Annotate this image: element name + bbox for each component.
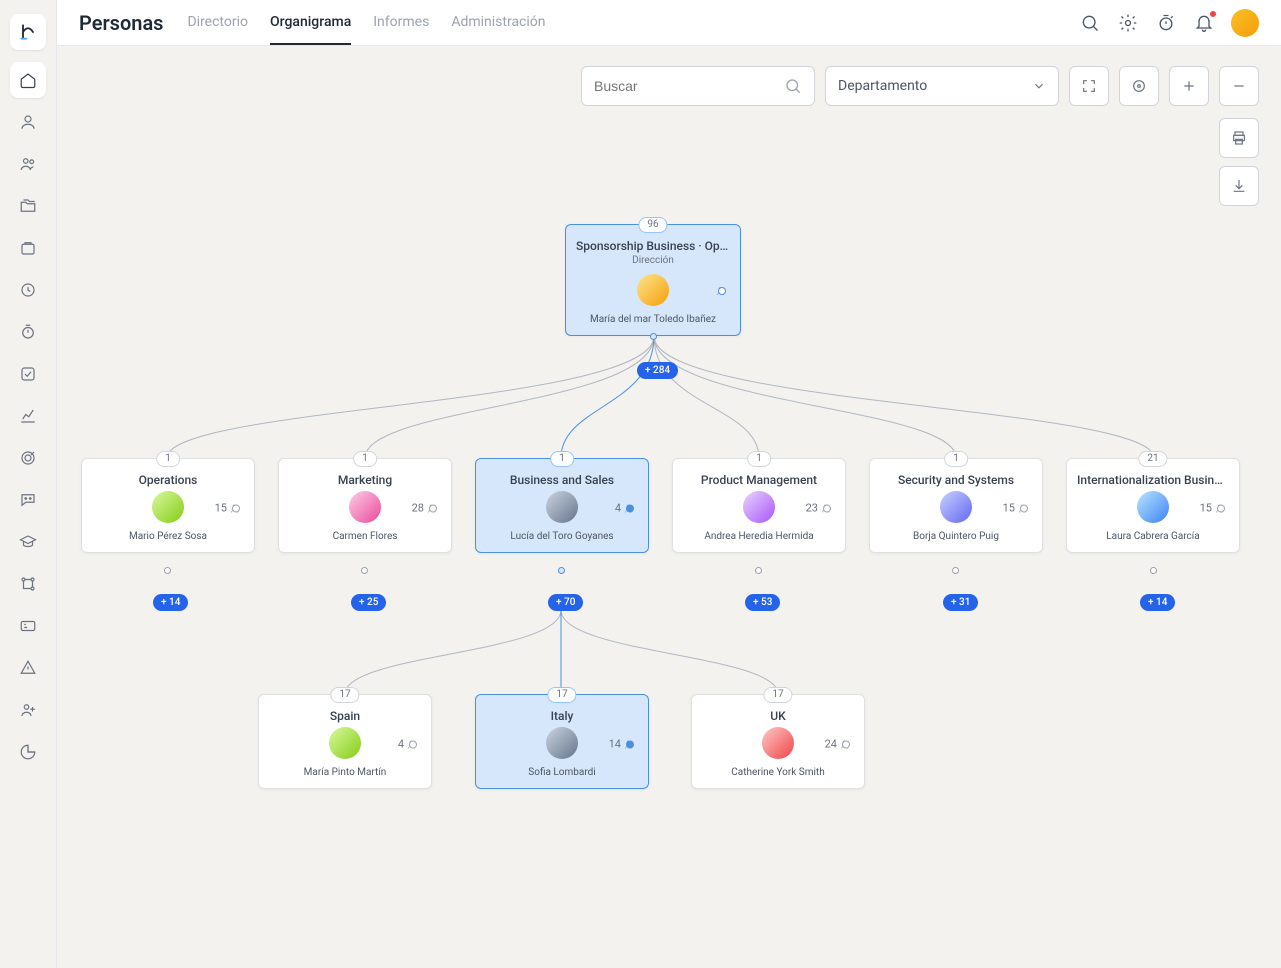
org-node-intl[interactable]: 21 Internationalization Business St... 1… — [1066, 458, 1240, 553]
connector-dot — [164, 567, 171, 574]
org-node-marketing[interactable]: 1 Marketing 28 Carmen Flores — [278, 458, 452, 553]
stopwatch-icon[interactable] — [1155, 12, 1177, 34]
tab-organigrama[interactable]: Organigrama — [270, 0, 351, 45]
node-badge: 17 — [763, 687, 792, 703]
node-subtitle: Dirección — [566, 255, 740, 266]
node-badge: 1 — [550, 451, 574, 467]
node-owner: Catherine York Smith — [692, 763, 864, 788]
notification-dot — [1209, 10, 1217, 18]
expand-pill[interactable]: + 31 — [943, 594, 978, 611]
org-node-operations[interactable]: 1 Operations 15 Mario Pérez Sosa — [81, 458, 255, 553]
expand-pill[interactable]: + 14 — [153, 594, 188, 611]
connector-dot — [755, 567, 762, 574]
expand-pill[interactable]: + 53 — [745, 594, 780, 611]
node-avatar — [762, 727, 794, 759]
node-avatar — [349, 491, 381, 523]
orgchart-canvas[interactable]: 96 Sponsorship Business · Operati... Dir… — [57, 106, 1281, 968]
sidebar-target[interactable] — [10, 440, 46, 476]
org-node-spain[interactable]: 17 Spain 4 María Pinto Martín — [258, 694, 432, 789]
magnifier-icon — [784, 77, 802, 95]
sidebar — [0, 0, 56, 968]
sidebar-card[interactable] — [10, 608, 46, 644]
sidebar-pie[interactable] — [10, 734, 46, 770]
settings-icon[interactable] — [1117, 12, 1139, 34]
org-node-business-sales[interactable]: 1 Business and Sales 4 Lucía del Toro Go… — [475, 458, 649, 553]
connector-dot — [952, 567, 959, 574]
search-field[interactable] — [594, 78, 776, 94]
bell-icon[interactable] — [1193, 12, 1215, 34]
search-icon[interactable] — [1079, 12, 1101, 34]
org-node-italy[interactable]: 17 Italy 14 Sofia Lombardi — [475, 694, 649, 789]
sidebar-academy[interactable] — [10, 524, 46, 560]
sidebar-flow[interactable] — [10, 566, 46, 602]
node-owner: Borja Quintero Puig — [870, 527, 1042, 552]
sidebar-chart[interactable] — [10, 398, 46, 434]
expand-pill[interactable]: + 70 — [548, 594, 583, 611]
node-avatar — [940, 491, 972, 523]
node-owner: Andrea Heredia Hermida — [673, 527, 845, 552]
node-avatar — [546, 491, 578, 523]
node-owner: Carmen Flores — [279, 527, 451, 552]
node-badge: 21 — [1138, 451, 1167, 467]
org-node-product[interactable]: 1 Product Management 23 Andrea Heredia H… — [672, 458, 846, 553]
department-label: Departamento — [838, 78, 927, 94]
tab-informes[interactable]: Informes — [373, 0, 429, 45]
node-badge: 17 — [330, 687, 359, 703]
app-logo[interactable] — [10, 14, 46, 50]
node-avatar — [329, 727, 361, 759]
node-badge: 1 — [944, 451, 968, 467]
sidebar-clock[interactable] — [10, 272, 46, 308]
node-owner: María Pinto Martín — [259, 763, 431, 788]
sidebar-feedback[interactable] — [10, 482, 46, 518]
zoom-in-button[interactable] — [1169, 66, 1209, 106]
sidebar-adduser[interactable] — [10, 692, 46, 728]
chevron-down-icon — [1032, 79, 1046, 93]
toolbar: Departamento — [57, 46, 1281, 106]
tab-directorio[interactable]: Directorio — [187, 0, 248, 45]
node-owner: Sofia Lombardi — [476, 763, 648, 788]
node-avatar — [743, 491, 775, 523]
node-avatar — [637, 274, 669, 306]
node-avatar — [546, 727, 578, 759]
search-input[interactable] — [581, 66, 815, 106]
node-badge: 1 — [747, 451, 771, 467]
topbar: Personas Directorio Organigrama Informes… — [57, 0, 1281, 46]
sidebar-timer[interactable] — [10, 314, 46, 350]
node-owner: Mario Pérez Sosa — [82, 527, 254, 552]
org-node-uk[interactable]: 17 UK 24 Catherine York Smith — [691, 694, 865, 789]
node-owner: Laura Cabrera García — [1067, 527, 1239, 552]
expand-pill[interactable]: + 25 — [351, 594, 386, 611]
node-badge: 1 — [156, 451, 180, 467]
connector-dot — [1150, 567, 1157, 574]
tab-administracion[interactable]: Administración — [451, 0, 545, 45]
node-avatar — [152, 491, 184, 523]
expand-pill[interactable]: + 14 — [1140, 594, 1175, 611]
node-owner: María del mar Toledo Ibañez — [566, 310, 740, 335]
node-badge: 17 — [547, 687, 576, 703]
connector-dot — [650, 333, 657, 340]
user-avatar[interactable] — [1231, 9, 1259, 37]
sidebar-check[interactable] — [10, 356, 46, 392]
sidebar-box[interactable] — [10, 230, 46, 266]
org-node-security[interactable]: 1 Security and Systems 15 Borja Quintero… — [869, 458, 1043, 553]
sidebar-folders[interactable] — [10, 188, 46, 224]
page-title: Personas — [79, 11, 163, 35]
connector-dot — [361, 567, 368, 574]
sidebar-alert[interactable] — [10, 650, 46, 686]
node-avatar — [1137, 491, 1169, 523]
fullscreen-button[interactable] — [1069, 66, 1109, 106]
sidebar-home[interactable] — [10, 62, 46, 98]
node-badge: 96 — [638, 217, 667, 233]
sidebar-people[interactable] — [10, 146, 46, 182]
department-select[interactable]: Departamento — [825, 66, 1059, 106]
sidebar-user[interactable] — [10, 104, 46, 140]
zoom-out-button[interactable] — [1219, 66, 1259, 106]
recenter-button[interactable] — [1119, 66, 1159, 106]
connector-dot — [558, 567, 565, 574]
node-badge: 1 — [353, 451, 377, 467]
org-node-root[interactable]: 96 Sponsorship Business · Operati... Dir… — [565, 224, 741, 336]
tabs: Directorio Organigrama Informes Administ… — [187, 0, 545, 45]
expand-pill-root[interactable]: + 284 — [637, 362, 678, 379]
node-owner: Lucía del Toro Goyanes — [476, 527, 648, 552]
